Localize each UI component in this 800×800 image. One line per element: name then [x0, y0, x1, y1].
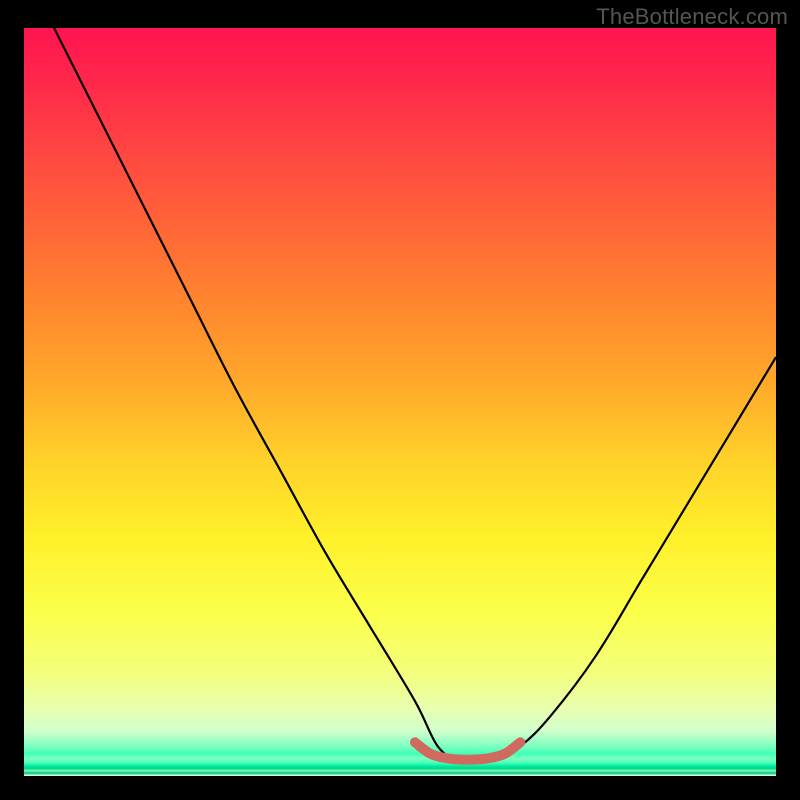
- watermark-text: TheBottleneck.com: [596, 4, 788, 30]
- minimum-band: [415, 742, 520, 759]
- chart-frame: TheBottleneck.com: [0, 0, 800, 800]
- plot-background: [24, 28, 776, 776]
- bottleneck-curve: [54, 28, 776, 763]
- chart-svg: [24, 28, 776, 776]
- plot-area: [24, 28, 776, 776]
